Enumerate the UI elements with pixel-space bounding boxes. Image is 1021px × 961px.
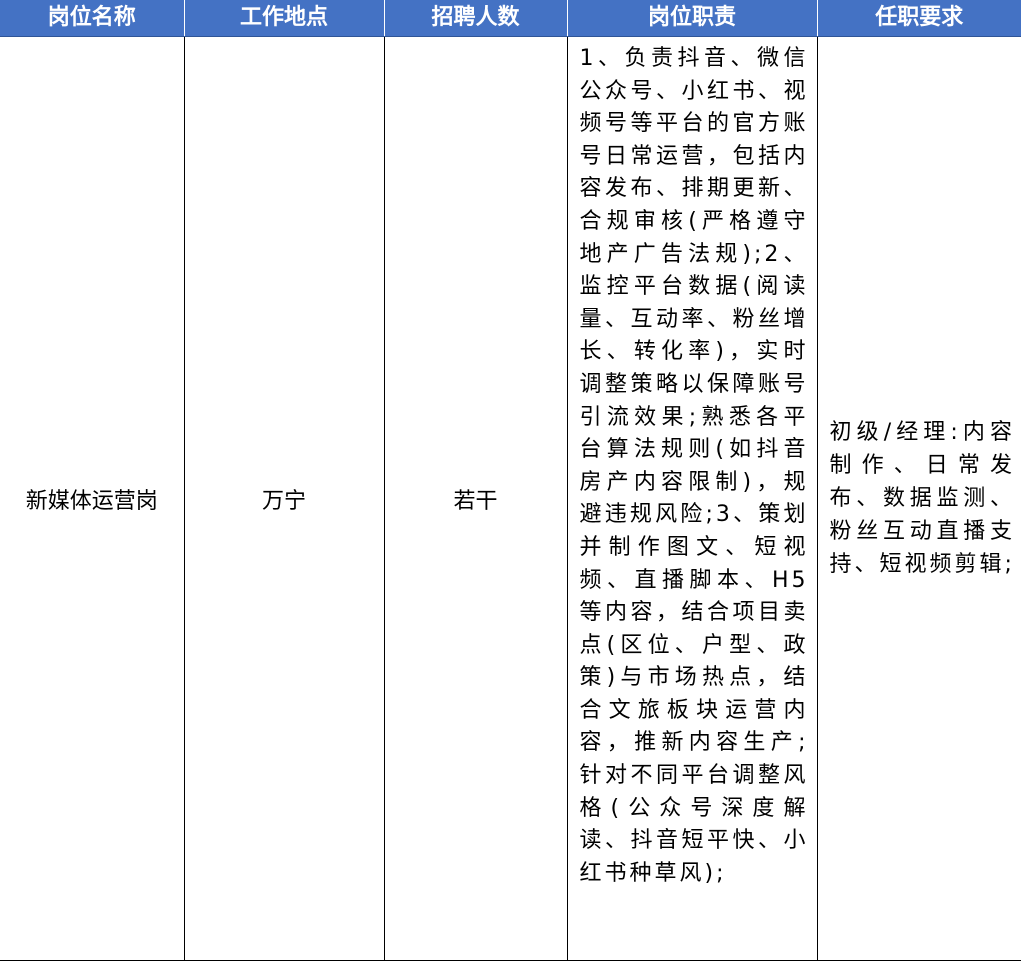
header-duties: 岗位职责 xyxy=(566,0,818,37)
table-row: 新媒体运营岗 万宁 若干 1、负责抖音、微信公众号、小红书、视频号等平台的官方账… xyxy=(0,36,1021,961)
cell-position: 新媒体运营岗 xyxy=(0,36,185,961)
cell-location: 万宁 xyxy=(183,36,385,961)
job-table: 岗位名称 工作地点 招聘人数 岗位职责 任职要求 新媒体运营岗 万宁 若干 1、… xyxy=(0,0,1021,961)
table-header-row: 岗位名称 工作地点 招聘人数 岗位职责 任职要求 xyxy=(0,0,1021,37)
header-requirements: 任职要求 xyxy=(816,0,1021,37)
header-headcount: 招聘人数 xyxy=(383,0,568,37)
header-position: 岗位名称 xyxy=(0,0,185,37)
cell-requirements: 初级/经理:内容制作、日常发布、数据监测、粉丝互动直播支持、短视频剪辑; xyxy=(816,36,1021,961)
cell-headcount: 若干 xyxy=(383,36,568,961)
header-location: 工作地点 xyxy=(183,0,385,37)
cell-duties: 1、负责抖音、微信公众号、小红书、视频号等平台的官方账号日常运营，包括内容发布、… xyxy=(566,36,818,961)
